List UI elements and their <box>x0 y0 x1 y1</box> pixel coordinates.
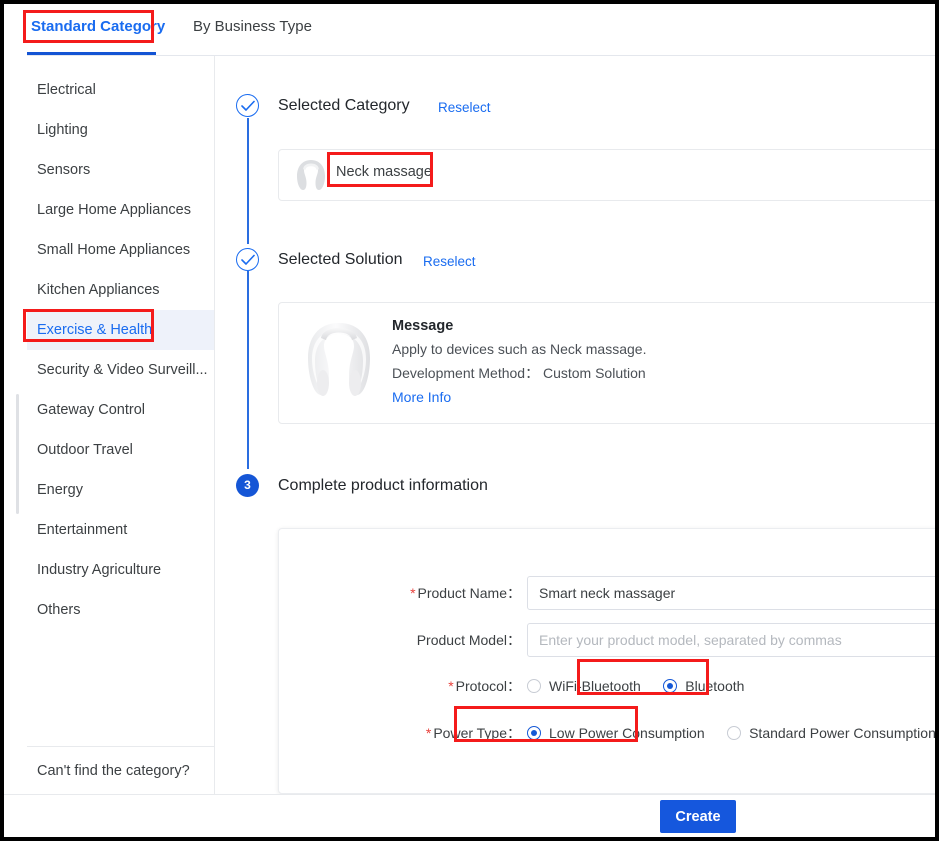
sidebar-footer: Can't find the category? <box>27 746 214 794</box>
step-2-check-icon <box>236 248 259 271</box>
product-name-row: * Product Name： Smart neck massager <box>279 573 935 613</box>
tab-by-business-type[interactable]: By Business Type <box>193 18 312 35</box>
neck-massager-photo <box>299 313 379 414</box>
radio-dot-icon <box>527 726 541 740</box>
tab-standard-category[interactable]: Standard Category <box>31 18 165 35</box>
radio-dot-icon <box>527 679 541 693</box>
step-connector-1-2 <box>247 118 249 244</box>
solution-details: Message Apply to devices such as Neck ma… <box>392 318 646 407</box>
product-name-label: * Product Name： <box>410 585 521 601</box>
sidebar-item-energy[interactable]: Energy <box>27 470 214 510</box>
step-connector-2-3 <box>247 271 249 469</box>
product-information-form: * Product Name： Smart neck massager Produ… <box>278 528 935 794</box>
sidebar-item-large-home-appliances[interactable]: Large Home Appliances <box>27 190 214 230</box>
sidebar-item-sensors[interactable]: Sensors <box>27 150 214 190</box>
sidebar-item-outdoor-travel[interactable]: Outdoor Travel <box>27 430 214 470</box>
step-1-check-icon <box>236 94 259 117</box>
product-name-input[interactable]: Smart neck massager <box>527 576 935 610</box>
selected-solution-card[interactable]: Message Apply to devices such as Neck ma… <box>278 302 935 424</box>
required-asterisk: * <box>448 678 454 694</box>
step-3-number-badge: 3 <box>236 474 259 497</box>
protocol-radio-group: WiFi-Bluetooth Bluetooth <box>527 666 762 706</box>
protocol-row: * Protocol： WiFi-Bluetooth Bluetooth <box>279 666 935 706</box>
product-model-row: Product Model： Enter your product model,… <box>279 620 935 660</box>
solution-development-method: Development Method： Custom Solution <box>392 365 646 381</box>
radio-dot-icon <box>727 726 742 740</box>
sidebar-item-exercise-health[interactable]: Exercise & Health <box>27 310 214 350</box>
power-type-radio-group: Low Power Consumption Standard Power Con… <box>527 713 935 753</box>
tab-bar: Standard Category By Business Type <box>4 4 935 56</box>
power-type-option-low[interactable]: Low Power Consumption <box>527 713 705 753</box>
power-type-label: * Power Type： <box>425 725 521 741</box>
selected-category-name: Neck massage <box>336 164 432 180</box>
cant-find-category-link[interactable]: Can't find the category? <box>27 747 214 795</box>
create-product-dialog: Standard Category By Business Type Elect… <box>4 4 935 837</box>
protocol-label: * Protocol： <box>448 678 521 694</box>
category-sidebar: Electrical Lighting Sensors Large Home A… <box>27 56 215 794</box>
sidebar-item-industry-agriculture[interactable]: Industry Agriculture <box>27 550 214 590</box>
neck-massager-icon <box>294 157 328 198</box>
step-1-title: Selected Category <box>278 97 410 114</box>
step-2-title: Selected Solution <box>278 251 403 268</box>
solution-description: Apply to devices such as Neck massage. <box>392 341 647 357</box>
sidebar-item-kitchen-appliances[interactable]: Kitchen Appliances <box>27 270 214 310</box>
required-asterisk: * <box>425 725 432 741</box>
radio-dot-icon <box>663 679 678 693</box>
more-info-link[interactable]: More Info <box>392 389 451 405</box>
power-type-option-standard[interactable]: Standard Power Consumption <box>727 713 935 753</box>
dialog-footer: Create <box>4 794 935 837</box>
page-scrollbar[interactable] <box>16 394 19 514</box>
step-3-title: Complete product information <box>278 477 488 494</box>
product-model-input[interactable]: Enter your product model, separated by c… <box>527 623 935 657</box>
required-asterisk: * <box>410 585 416 601</box>
active-tab-indicator <box>27 52 156 55</box>
main-panel: Selected Category Reselect Neck massage … <box>216 56 935 794</box>
sidebar-item-others[interactable]: Others <box>27 590 214 630</box>
step-2-reselect-link[interactable]: Reselect <box>423 254 476 269</box>
create-button[interactable]: Create <box>660 800 736 833</box>
sidebar-item-electrical[interactable]: Electrical <box>27 70 214 110</box>
sidebar-item-small-home-appliances[interactable]: Small Home Appliances <box>27 230 214 270</box>
category-list: Electrical Lighting Sensors Large Home A… <box>27 70 214 630</box>
step-1-reselect-link[interactable]: Reselect <box>438 100 491 115</box>
protocol-option-bluetooth[interactable]: Bluetooth <box>663 666 744 706</box>
sidebar-item-lighting[interactable]: Lighting <box>27 110 214 150</box>
selected-category-card[interactable]: Neck massage <box>278 149 935 201</box>
power-type-row: * Power Type： Low Power Consumption Stand… <box>279 713 935 753</box>
sidebar-item-security-video-surveillance[interactable]: Security & Video Surveill... <box>27 350 214 390</box>
protocol-option-wifi-bluetooth[interactable]: WiFi-Bluetooth <box>527 666 641 706</box>
sidebar-item-entertainment[interactable]: Entertainment <box>27 510 214 550</box>
sidebar-item-gateway-control[interactable]: Gateway Control <box>27 390 214 430</box>
product-model-label: Product Model： <box>416 632 521 648</box>
solution-title: Message <box>392 318 454 334</box>
